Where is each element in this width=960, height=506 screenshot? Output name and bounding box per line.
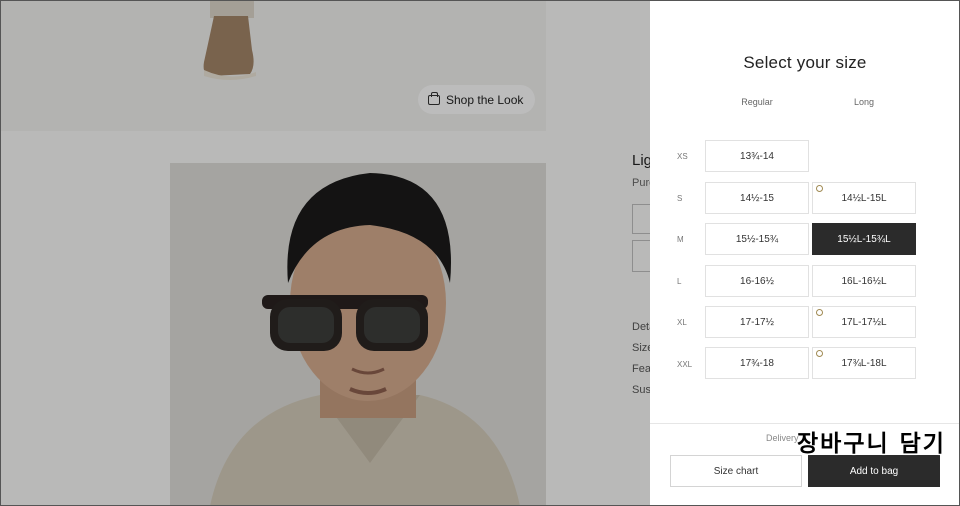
row-label-xl: XL [677, 318, 687, 327]
panel-title: Select your size [743, 53, 867, 72]
annotation-callout: 장바구니 담기 [797, 431, 946, 457]
delivery-info: Delivery [766, 433, 799, 443]
size-option-l-regular[interactable]: 16-16½ [705, 265, 809, 297]
limited-stock-icon [816, 185, 823, 192]
regular-column-header: Regular [741, 97, 773, 107]
size-option-l-long[interactable]: 16L-16½L [812, 265, 916, 297]
row-label-xxl: XXL [677, 360, 693, 369]
row-label-m: M [677, 235, 684, 244]
size-option-xl-long-label: 17L-17½L [841, 316, 887, 328]
size-option-m-long-selected[interactable]: 15½L-15¾L [812, 223, 916, 255]
limited-stock-icon [816, 350, 823, 357]
long-column-header: Long [853, 97, 875, 107]
modal-backdrop[interactable] [0, 0, 650, 506]
size-option-s-long[interactable]: 14½L-15L [812, 182, 916, 214]
size-option-xxl-regular[interactable]: 17¾-18 [705, 347, 809, 379]
limited-stock-icon [816, 309, 823, 316]
size-option-s-long-label: 14½L-15L [841, 192, 887, 204]
row-label-l: L [677, 277, 682, 286]
size-option-xxl-long[interactable]: 17¾L-18L [812, 347, 916, 379]
size-option-s-regular[interactable]: 14½-15 [705, 182, 809, 214]
size-option-xl-long[interactable]: 17L-17½L [812, 306, 916, 338]
add-to-bag-button[interactable]: Add to bag [808, 455, 940, 487]
row-label-xs: XS [677, 152, 688, 161]
size-option-m-regular[interactable]: 15½-15¾ [705, 223, 809, 255]
size-option-xs-regular[interactable]: 13¾-14 [705, 140, 809, 172]
size-option-xl-regular[interactable]: 17-17½ [705, 306, 809, 338]
size-chart-button[interactable]: Size chart [670, 455, 802, 487]
row-label-s: S [677, 194, 683, 203]
size-option-xxl-long-label: 17¾L-18L [841, 357, 887, 369]
